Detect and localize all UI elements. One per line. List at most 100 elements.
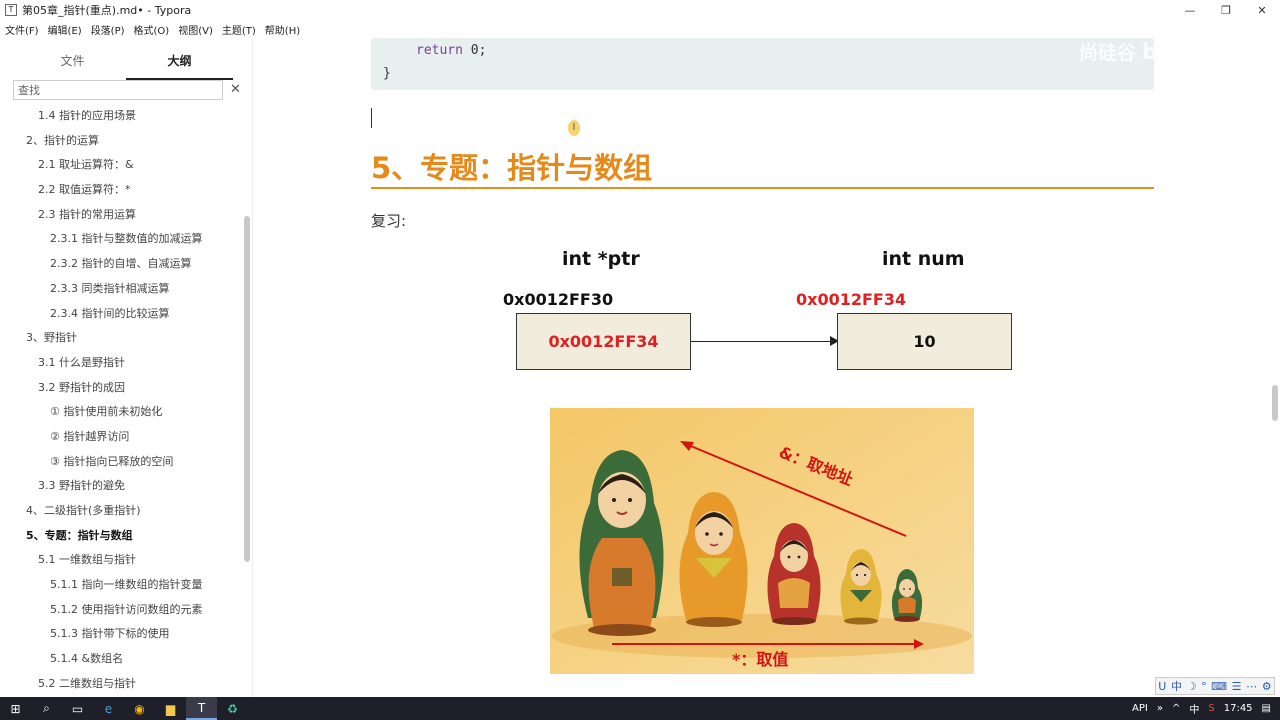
window-controls: — ❐ ✕ [1172,0,1280,20]
sidebar-footer: ‹ </> [0,674,252,696]
editor-scrollbar[interactable] [1272,385,1278,421]
tab-files[interactable]: 文件 [19,38,126,80]
watermark-text: 尚硅谷 [1079,42,1137,64]
code-block[interactable]: return 0; } [371,38,1154,90]
outline-item[interactable]: 4、二级指针(多重指针) [0,499,247,524]
outline-item[interactable]: 1.4 指针的应用场景 [0,110,247,129]
outline-item[interactable]: 2.1 取址运算符：& [0,153,247,178]
outline-item[interactable]: 2.3.2 指针的自增、自减运算 [0,252,247,277]
mouse-cursor-icon: I [568,120,580,136]
menu-edit[interactable]: 编辑(E) [48,22,82,37]
menu-icon[interactable]: ☰ [1232,680,1242,693]
outline-item[interactable]: ② 指针越界访问 [0,425,247,450]
code-closing-brace: } [383,66,391,81]
menu-theme[interactable]: 主题(T) [222,22,256,37]
outline-item[interactable]: 5.1.2 使用指针访问数组的元素 [0,598,247,623]
section-heading[interactable]: 5、专题：指针与数组 [371,148,1154,189]
outline-item[interactable]: 2.3 指针的常用运算 [0,203,247,228]
chrome-icon[interactable]: ◉ [124,697,155,720]
code-line: return 0; [416,43,486,58]
menu-view[interactable]: 视图(V) [178,22,213,37]
outline-item[interactable]: ③ 指针指向已释放的空间 [0,450,247,475]
review-label[interactable]: 复习: [371,210,406,231]
text-caret [371,108,372,128]
outline-item[interactable]: 3.3 野指针的避免 [0,474,247,499]
outline-item[interactable]: 2.2 取值运算符：* [0,178,247,203]
ptr-address: 0x0012FF30 [503,290,614,309]
task-view-icon[interactable]: ▭ [62,697,93,720]
dolls-svg: &：取地址 *：取值 [550,408,974,674]
more-icon[interactable]: ⋯ [1246,680,1257,693]
settings-icon[interactable]: ⚙ [1262,680,1272,693]
watermark: 尚硅谷 bilibili [1079,38,1227,65]
system-tray: API » ^ 中 S 17:45 ▤ [1132,697,1280,720]
tray-app-icon[interactable]: S [1208,703,1214,714]
ime-language-toggle[interactable]: 中 [1171,678,1182,694]
keyboard-icon[interactable]: ⌨ [1211,680,1227,693]
code-semicolon: ; [478,43,487,58]
sidebar: 文件 大纲 ✕ 1.4 指针的应用场景2、指针的运算2.1 取址运算符：&2.2… [0,38,253,697]
close-button[interactable]: ✕ [1244,0,1280,20]
pointer-arrow [691,341,831,342]
num-address: 0x0012FF34 [796,290,907,309]
windows-start-icon[interactable]: ⊞ [0,697,31,720]
tray-api[interactable]: API [1132,703,1148,714]
editor-area[interactable]: return 0; } 尚硅谷 bilibili I 5、专题：指针与数组 复习:… [254,38,1280,697]
taskbar: ⊞ ⌕ ▭ e ◉ ▆ T ♻ API » ^ 中 S 17:45 ▤ [0,697,1280,720]
outline-item[interactable]: 3.1 什么是野指针 [0,351,247,376]
tray-up-icon[interactable]: ^ [1172,703,1180,714]
outline-item[interactable]: 2.3.1 指针与整数值的加减运算 [0,227,247,252]
menu-format[interactable]: 格式(O) [134,22,170,37]
ptr-value-box: 0x0012FF34 [516,313,691,370]
minimize-button[interactable]: — [1172,0,1208,20]
outline-item[interactable]: 2.3.3 同类指针相减运算 [0,277,247,302]
outline-item[interactable]: 2、指针的运算 [0,129,247,154]
num-value-box: 10 [837,313,1012,370]
code-number: 0 [470,43,479,58]
window-title: 第05章_指针(重点).md• - Typora [22,4,192,17]
typora-icon[interactable]: T [186,697,217,720]
moon-icon[interactable]: ☽ [1187,680,1197,693]
tray-expand-icon[interactable]: » [1157,703,1163,714]
ime-toolbar: U 中 ☽ ° ⌨ ☰ ⋯ ⚙ [1155,677,1275,695]
sidebar-scrollbar[interactable] [244,216,250,562]
tray-language[interactable]: 中 [1189,701,1199,716]
punctuation-icon[interactable]: ° [1201,680,1207,693]
code-keyword: return [416,43,463,58]
typora-app-icon: T [5,4,17,16]
menu-help[interactable]: 帮助(H) [265,22,300,37]
outline-item[interactable]: 5.1 一维数组与指针 [0,548,247,573]
outline-list: 1.4 指针的应用场景 2、指针的运算 2.1 取址运算符：& 2.2 取值运算符：*… [0,110,247,690]
outline-item[interactable]: 3.2 野指针的成因 [0,376,247,401]
file-explorer-icon[interactable]: ▆ [155,697,186,720]
outline-item[interactable]: 2.3.4 指针间的比较运算 [0,302,247,327]
tab-outline[interactable]: 大纲 [126,38,233,80]
outline-item[interactable]: 5.1.1 指向一维数组的指针变量 [0,573,247,598]
sidebar-tabs: 文件 大纲 [0,38,252,80]
menu-bar: 文件(F) 编辑(E) 段落(P) 格式(O) 视图(V) 主题(T) 帮助(H… [0,20,309,38]
outline-item[interactable]: 5.1.3 指针带下标的使用 [0,622,247,647]
notification-icon[interactable]: ▤ [1262,703,1271,714]
ptr-label: int *ptr [562,248,640,270]
outline-item[interactable]: 5、专题：指针与数组 [0,524,247,549]
maximize-button[interactable]: ❐ [1208,0,1244,20]
bilibili-logo: bilibili [1142,40,1227,65]
clock[interactable]: 17:45 [1224,703,1253,714]
pointer-diagram: int *ptr int num 0x0012FF30 0x0012FF34 0… [494,243,1034,383]
search-box [13,80,223,100]
menu-paragraph[interactable]: 段落(P) [91,22,125,37]
dereference-label: *：取值 [732,650,788,669]
close-icon[interactable]: ✕ [230,82,241,97]
ime-logo-icon[interactable]: U [1158,680,1166,693]
outline-item[interactable]: ① 指针使用前未初始化 [0,400,247,425]
menu-file[interactable]: 文件(F) [5,22,39,37]
search-input[interactable] [14,81,222,99]
title-bar: T 第05章_指针(重点).md• - Typora — ❐ ✕ [0,0,1280,20]
search-icon[interactable]: ⌕ [31,697,62,720]
outline-item[interactable]: 3、野指针 [0,326,247,351]
outline-item[interactable]: 5.1.4 &数组名 [0,647,247,672]
app-icon[interactable]: ♻ [217,697,248,720]
outline-panel: 1.4 指针的应用场景 2、指针的运算 2.1 取址运算符：& 2.2 取值运算符：*… [0,110,247,690]
matryoshka-dolls-image: &：取地址 *：取值 [550,408,974,674]
edge-icon[interactable]: e [93,697,124,720]
